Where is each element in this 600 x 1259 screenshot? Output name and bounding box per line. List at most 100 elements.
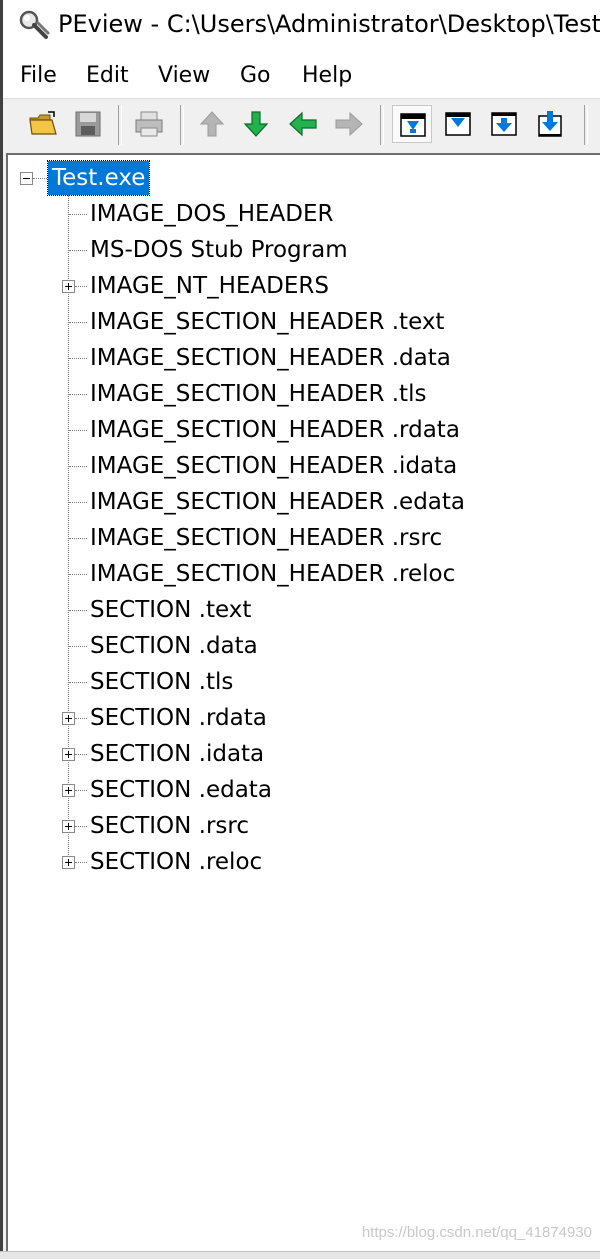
back-button[interactable] <box>282 105 322 143</box>
menu-file[interactable]: File <box>18 62 59 90</box>
tree-connector <box>69 502 87 503</box>
expand-icon[interactable] <box>62 280 75 293</box>
tree-item-label: SECTION .data <box>90 633 258 659</box>
tree-root[interactable]: Test.exe <box>8 160 598 196</box>
arrow-left-icon <box>289 111 317 137</box>
view-qword-button[interactable] <box>530 105 570 143</box>
tree-item-section-header-data[interactable]: IMAGE_SECTION_HEADER .data <box>8 341 598 375</box>
tree-item-section-header-tls[interactable]: IMAGE_SECTION_HEADER .tls <box>8 377 598 411</box>
menu-go[interactable]: Go <box>238 62 273 90</box>
tree-connector <box>69 646 87 647</box>
tree-item-label: IMAGE_SECTION_HEADER .reloc <box>90 561 456 587</box>
tree-connector <box>75 826 87 827</box>
forward-button[interactable] <box>328 105 368 143</box>
save-button[interactable] <box>68 105 108 143</box>
tree-item-section-header-rsrc[interactable]: IMAGE_SECTION_HEADER .rsrc <box>8 521 598 555</box>
down-button[interactable] <box>236 105 276 143</box>
watermark: https://blog.csdn.net/qq_41874930 <box>361 1224 592 1241</box>
toolbar-separator <box>584 105 588 145</box>
tree-item-image-dos-header[interactable]: IMAGE_DOS_HEADER <box>8 197 598 231</box>
tree-connector <box>75 790 87 791</box>
view-dword-button[interactable] <box>484 105 524 143</box>
tree-item-section-header-rdata[interactable]: IMAGE_SECTION_HEADER .rdata <box>8 413 598 447</box>
expand-icon[interactable] <box>62 748 75 761</box>
toolbar-separator <box>380 105 384 145</box>
tree-connector <box>69 610 87 611</box>
tree-item-section-tls[interactable]: SECTION .tls <box>8 665 598 699</box>
tree-item-label: IMAGE_SECTION_HEADER .tls <box>90 381 427 407</box>
tree-item-section-edata[interactable]: SECTION .edata <box>8 773 598 807</box>
tree-connector <box>69 322 87 323</box>
tree-item-label: SECTION .rdata <box>90 705 267 731</box>
magnifier-icon <box>18 9 52 43</box>
menu-view[interactable]: View <box>156 62 212 90</box>
tree-item-section-header-idata[interactable]: IMAGE_SECTION_HEADER .idata <box>8 449 598 483</box>
tree-item-label: IMAGE_SECTION_HEADER .rsrc <box>90 525 443 551</box>
tree-item-section-reloc[interactable]: SECTION .reloc <box>8 845 598 879</box>
tree-connector <box>69 250 87 251</box>
expand-icon[interactable] <box>62 820 75 833</box>
tree-connector <box>75 718 87 719</box>
tree-item-section-data[interactable]: SECTION .data <box>8 629 598 663</box>
print-icon <box>135 111 163 137</box>
tree-item-image-nt-headers[interactable]: IMAGE_NT_HEADERS <box>8 269 598 303</box>
tree-connector <box>69 358 87 359</box>
arrow-right-icon <box>335 111 363 137</box>
tree-item-section-text[interactable]: SECTION .text <box>8 593 598 627</box>
tree-root-label: Test.exe <box>46 160 151 196</box>
menu-bar: File Edit View Go Help <box>0 52 600 98</box>
open-folder-icon <box>29 111 57 135</box>
save-icon <box>75 111 101 137</box>
tree-item-ms-dos-stub[interactable]: MS-DOS Stub Program <box>8 233 598 267</box>
tree-item-label: IMAGE_SECTION_HEADER .text <box>90 309 445 335</box>
tree-connector <box>69 466 87 467</box>
tree-item-section-header-text[interactable]: IMAGE_SECTION_HEADER .text <box>8 305 598 339</box>
tree-item-label: IMAGE_SECTION_HEADER .data <box>90 345 451 371</box>
toolbar <box>0 98 600 151</box>
tree-item-label: SECTION .reloc <box>90 849 263 875</box>
expand-icon[interactable] <box>62 784 75 797</box>
arrow-down-icon <box>243 111 269 137</box>
view-word-icon <box>445 112 471 136</box>
tree-item-label: IMAGE_SECTION_HEADER .idata <box>90 453 458 479</box>
tree-connector <box>75 862 87 863</box>
tree-connector <box>69 394 87 395</box>
tree-item-label: SECTION .rsrc <box>90 813 249 839</box>
print-button[interactable] <box>128 105 168 143</box>
tree-item-label: IMAGE_DOS_HEADER <box>90 201 334 227</box>
tree-item-label: SECTION .tls <box>90 669 234 695</box>
tree-item-label: IMAGE_SECTION_HEADER .rdata <box>90 417 460 443</box>
title-bar[interactable]: PEview - C:\Users\Administrator\Desktop\… <box>0 0 600 52</box>
view-byte-icon <box>400 113 426 137</box>
tree-connector <box>69 430 87 431</box>
tree-item-label: SECTION .text <box>90 597 252 623</box>
tree-item-label: IMAGE_SECTION_HEADER .edata <box>90 489 466 515</box>
menu-edit[interactable]: Edit <box>84 62 131 90</box>
tree-item-section-idata[interactable]: SECTION .idata <box>8 737 598 771</box>
tree-connector <box>75 754 87 755</box>
tree-item-section-rdata[interactable]: SECTION .rdata <box>8 701 598 735</box>
tree-connector <box>69 682 87 683</box>
tree-connector <box>69 214 87 215</box>
tree-item-label: SECTION .idata <box>90 741 265 767</box>
view-word-button[interactable] <box>438 105 478 143</box>
up-button[interactable] <box>192 105 232 143</box>
tree-view[interactable]: Test.exe IMAGE_DOS_HEADER MS-DOS Stub Pr… <box>6 153 600 1251</box>
menu-help[interactable]: Help <box>300 62 354 90</box>
toolbar-separator <box>118 105 122 145</box>
tree-item-label: IMAGE_NT_HEADERS <box>90 273 329 299</box>
view-byte-button[interactable] <box>392 105 432 143</box>
open-button[interactable] <box>22 105 62 143</box>
toolbar-separator <box>180 105 184 145</box>
tree-connector <box>69 538 87 539</box>
expand-icon[interactable] <box>62 712 75 725</box>
tree-item-section-header-reloc[interactable]: IMAGE_SECTION_HEADER .reloc <box>8 557 598 591</box>
expand-icon[interactable] <box>62 856 75 869</box>
tree-connector <box>33 178 47 179</box>
window-frame-left <box>0 0 3 1258</box>
view-dword-icon <box>491 112 517 136</box>
tree-item-section-rsrc[interactable]: SECTION .rsrc <box>8 809 598 843</box>
tree-item-label: MS-DOS Stub Program <box>90 237 348 263</box>
collapse-icon[interactable] <box>20 172 33 185</box>
tree-item-section-header-edata[interactable]: IMAGE_SECTION_HEADER .edata <box>8 485 598 519</box>
